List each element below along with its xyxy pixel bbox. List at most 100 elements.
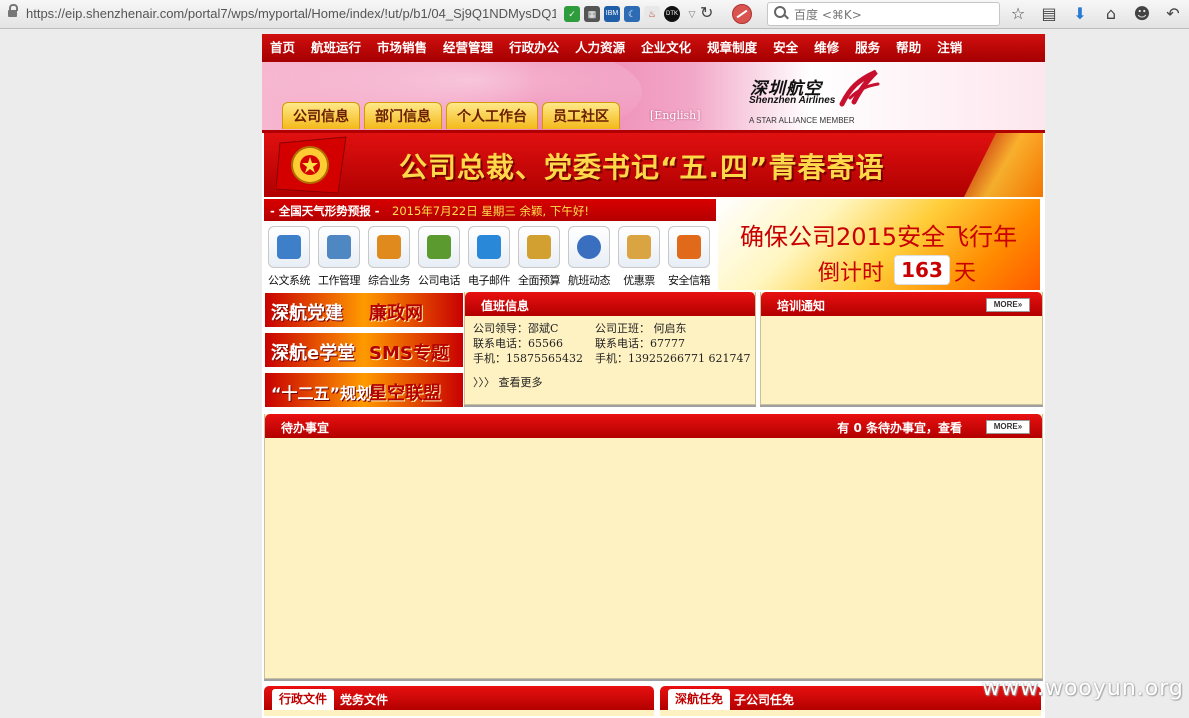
nav-regulations[interactable]: 规章制度 [699, 34, 765, 62]
app-official-docs[interactable]: 公文系统 [264, 224, 314, 290]
shield-icon[interactable]: ✓ [564, 6, 580, 22]
nav-maintenance[interactable]: 维修 [806, 34, 847, 62]
nav-admin-office[interactable]: 行政办公 [501, 34, 567, 62]
app-icon-swatch [677, 235, 701, 259]
panel-header: 值班信息 [465, 292, 755, 316]
watermark-text: www.wooyun.org [982, 676, 1184, 701]
qr-code-icon[interactable]: ▦ [584, 6, 600, 22]
app-work-management[interactable]: 工作管理 [314, 224, 364, 290]
duty-officer: 公司正班： 何启东 [595, 322, 687, 335]
weather-forecast-link[interactable]: - 全国天气形势预报 - [270, 203, 380, 219]
nav-home[interactable]: 首页 [262, 34, 303, 62]
documents-list-area [264, 710, 654, 716]
app-general-business[interactable]: 综合业务 [364, 224, 414, 290]
countdown-prefix: 倒计时 [818, 261, 885, 286]
duty-officer-phone: 联系电话：67777 [595, 337, 685, 350]
safety-slogan: 确保公司2015安全飞行年 [740, 223, 1018, 251]
app-label: 公司电话 [418, 274, 461, 287]
app-icon-swatch [427, 235, 451, 259]
nav-flight-ops[interactable]: 航班运行 [303, 34, 369, 62]
logo-english-name: Shenzhen Airlines [749, 95, 836, 106]
more-button[interactable]: MORE» [986, 298, 1030, 312]
panel-header: 待办事宜 有 0 条待办事宜，查看 MORE» [265, 414, 1042, 438]
todo-count-link[interactable]: 有 0 条待办事宜，查看 [837, 419, 962, 436]
five-year-plan-banner[interactable]: “十二五”规划 星空联盟 [265, 373, 463, 407]
ticket-icon [618, 226, 660, 268]
app-label: 公文系统 [268, 274, 311, 287]
tab-airline-appointments[interactable]: 深航任免 [668, 689, 731, 710]
wave-addon-icon[interactable]: ☾ [624, 6, 640, 22]
tab-company-info[interactable]: 公司信息 [282, 102, 360, 129]
app-label: 全面预算 [518, 274, 561, 287]
search-placeholder: 百度 <⌘K> [794, 8, 862, 22]
portal-tabs: 公司信息 部门信息 个人工作台 员工社区 [282, 102, 620, 129]
app-discount-ticket[interactable]: 优惠票 [614, 224, 664, 290]
todo-panel: 待办事宜 有 0 条待办事宜，查看 MORE» [264, 414, 1043, 679]
bookmark-star-icon[interactable]: ☆ [1008, 4, 1028, 24]
address-bar[interactable]: https://eip.shenzhenair.com/portal7/wps/… [26, 6, 556, 22]
search-field[interactable]: 百度 <⌘K> [767, 2, 1000, 26]
reading-list-icon[interactable]: ▤ [1039, 4, 1059, 24]
tab-personal-workspace[interactable]: 个人工作台 [446, 102, 538, 129]
weather-bar: - 全国天气形势预报 - 2015年7月22日 星期三 余颖, 下午好! [264, 199, 716, 221]
banner-left-text: 深航e学堂 [271, 343, 356, 364]
duty-leader-phone: 联系电话：65566 [473, 337, 563, 350]
duty-leader: 公司领导：邵斌C [473, 322, 559, 335]
nav-culture[interactable]: 企业文化 [633, 34, 699, 62]
lock-icon [8, 4, 18, 19]
app-icon-swatch [477, 235, 501, 259]
banner-text: 公司总裁、党委书记“五.四”青春寄语 [399, 151, 885, 184]
dropdown-arrow-icon[interactable]: ▽ [684, 6, 700, 22]
banner-right-text: SMS专题 [369, 343, 449, 364]
app-flight-status[interactable]: 航班动态 [564, 224, 614, 290]
phone-icon [418, 226, 460, 268]
party-building-banner[interactable]: 深航党建 廉政网 [265, 293, 463, 327]
english-link[interactable]: [English] [650, 109, 701, 122]
tab-staff-community[interactable]: 员工社区 [542, 102, 620, 129]
dtk-addon-icon[interactable]: DTK [664, 6, 680, 22]
appointments-list-area [660, 710, 1041, 716]
banner-right-text: 廉政网 [369, 303, 423, 324]
scales-icon [518, 226, 560, 268]
download-icon[interactable]: ⬇ [1070, 4, 1090, 24]
countdown-suffix: 天 [954, 261, 977, 286]
app-budget[interactable]: 全面预算 [514, 224, 564, 290]
home-icon[interactable]: ⌂ [1101, 4, 1121, 24]
panel-title: 培训通知 [777, 299, 826, 313]
nav-logout[interactable]: 注销 [929, 34, 970, 62]
side-link-banners: 深航党建 廉政网 深航e学堂 SMS专题 “十二五”规划 星空联盟 [265, 293, 463, 413]
nav-help[interactable]: 帮助 [888, 34, 929, 62]
ibm-addon-icon[interactable]: IBM [604, 6, 620, 22]
chat-icon[interactable]: ☻ [1132, 4, 1152, 24]
java-addon-icon[interactable]: ♨ [644, 6, 660, 22]
app-label: 工作管理 [318, 274, 361, 287]
back-arrow-icon[interactable]: ↶ [1163, 4, 1183, 24]
portal-header: 公司信息 部门信息 个人工作台 员工社区 [English] 深圳航空 Shen… [262, 62, 1045, 130]
nav-service[interactable]: 服务 [847, 34, 888, 62]
nav-safety[interactable]: 安全 [765, 34, 806, 62]
duty-more-link[interactable]: 〉〉〉 查看更多 [473, 374, 543, 390]
adblock-icon[interactable] [732, 4, 752, 24]
more-button[interactable]: MORE» [986, 420, 1030, 434]
airline-logo-icon [839, 69, 880, 107]
tab-party-documents[interactable]: 党务文件 [340, 691, 388, 708]
duty-info-panel: 值班信息 公司领导：邵斌C 公司正班： 何启东 联系电话：65566 联系电话：… [464, 292, 756, 405]
addon-icons: ✓ ▦ IBM ☾ ♨ DTK ▽ [564, 5, 700, 23]
youth-message-banner[interactable]: 公司总裁、党委书记“五.四”青春寄语 [264, 133, 1043, 197]
app-safety-mailbox[interactable]: 安全信箱 [664, 224, 714, 290]
app-label: 综合业务 [368, 274, 411, 287]
tab-subsidiary-appointments[interactable]: 子公司任免 [734, 691, 794, 708]
app-email[interactable]: 电子邮件 [464, 224, 514, 290]
mailbox-icon [668, 226, 710, 268]
nav-management[interactable]: 经营管理 [435, 34, 501, 62]
tab-department-info[interactable]: 部门信息 [364, 102, 442, 129]
safety-countdown-banner[interactable]: 确保公司2015安全飞行年 倒计时 163 天 [718, 199, 1040, 290]
nav-marketing[interactable]: 市场销售 [369, 34, 435, 62]
app-company-phone[interactable]: 公司电话 [414, 224, 464, 290]
tab-admin-documents[interactable]: 行政文件 [272, 689, 335, 710]
globe-icon [568, 226, 610, 268]
browser-tools: ☆ ▤ ⬇ ⌂ ☻ ↶ [1008, 4, 1183, 24]
reload-icon[interactable]: ↻ [700, 3, 713, 22]
e-learning-banner[interactable]: 深航e学堂 SMS专题 [265, 333, 463, 367]
nav-hr[interactable]: 人力资源 [567, 34, 633, 62]
